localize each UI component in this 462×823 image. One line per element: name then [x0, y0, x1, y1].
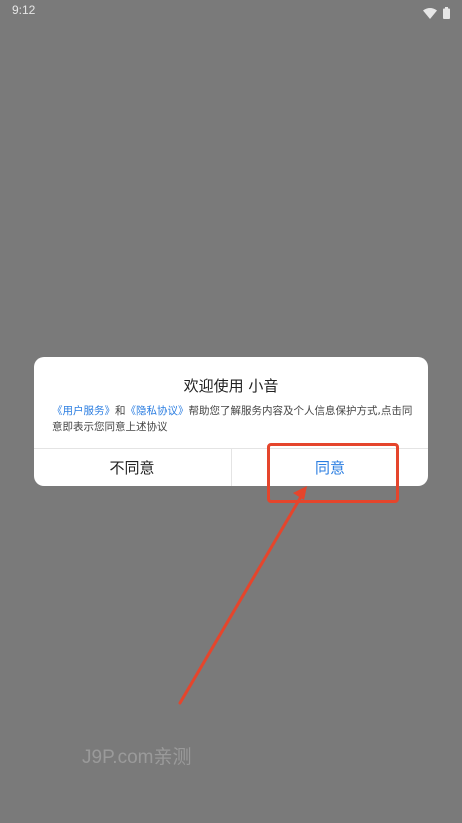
watermark: J9P.com亲测 — [82, 747, 192, 768]
arrow-annotation — [178, 486, 307, 705]
